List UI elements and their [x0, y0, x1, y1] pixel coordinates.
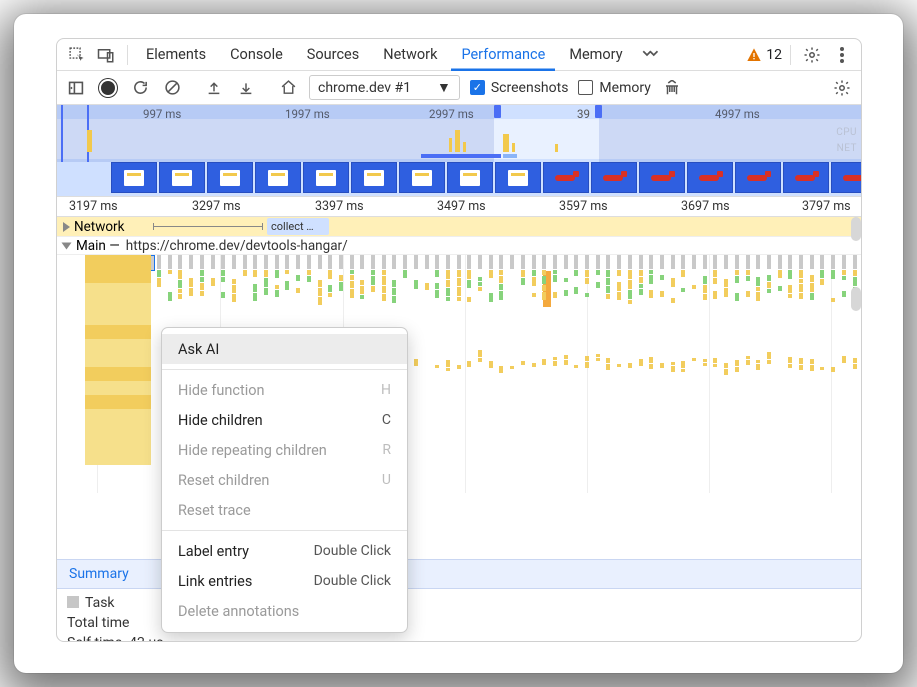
- main-track-prefix: Main —: [76, 238, 120, 254]
- recording-selector[interactable]: chrome.dev #1 ▼: [309, 75, 460, 100]
- filmstrip-frame[interactable]: [399, 162, 445, 193]
- more-tabs-icon[interactable]: [637, 42, 663, 68]
- menu-ask-ai[interactable]: Ask AI: [162, 334, 407, 364]
- task-color-swatch: [67, 596, 79, 608]
- scrollbar-thumb[interactable]: [851, 217, 861, 241]
- record-button[interactable]: [97, 77, 119, 99]
- timeline-overview[interactable]: 997 ms 1997 ms 2997 ms 39 4997 ms CPU NE…: [57, 105, 861, 197]
- filmstrip-frame[interactable]: [303, 162, 349, 193]
- tab-performance[interactable]: Performance: [451, 39, 555, 71]
- recording-name: chrome.dev #1: [318, 80, 411, 96]
- issues-count: 12: [766, 47, 782, 63]
- device-toggle-icon[interactable]: [93, 42, 119, 68]
- task-name: Task: [85, 595, 115, 611]
- tab-console[interactable]: Console: [220, 39, 293, 71]
- menu-label-entry[interactable]: Label entryDouble Click: [162, 536, 407, 566]
- garbage-collect-icon[interactable]: [661, 77, 683, 99]
- download-icon[interactable]: [235, 77, 257, 99]
- memory-label: Memory: [599, 80, 650, 96]
- menu-delete-annotations: Delete annotations: [162, 596, 407, 626]
- ruler-tick: 3497 ms: [437, 199, 486, 214]
- menu-link-entries[interactable]: Link entriesDouble Click: [162, 566, 407, 596]
- overview-handle-left[interactable]: [494, 105, 501, 118]
- filmstrip-frame[interactable]: [831, 162, 862, 193]
- network-track-header[interactable]: Network collect …: [57, 217, 861, 237]
- scrollbar-thumb[interactable]: [851, 287, 861, 311]
- screenshots-label: Screenshots: [491, 80, 569, 96]
- dropdown-caret-icon: ▼: [437, 79, 451, 96]
- filmstrip-frame[interactable]: [495, 162, 541, 193]
- filmstrip-frame[interactable]: [111, 162, 157, 193]
- settings-gear-icon[interactable]: [799, 42, 825, 68]
- main-track-url: https://chrome.dev/devtools-hangar/: [126, 238, 348, 254]
- filmstrip-frame[interactable]: [255, 162, 301, 193]
- network-track-label: Network: [74, 219, 124, 235]
- filmstrip-frame[interactable]: [447, 162, 493, 193]
- tab-sources[interactable]: Sources: [297, 39, 369, 71]
- filmstrip-frame[interactable]: [687, 162, 733, 193]
- time-ruler[interactable]: 3197 ms 3297 ms 3397 ms 3497 ms 3597 ms …: [57, 197, 861, 217]
- context-menu: Ask AI Hide functionH Hide childrenC Hid…: [161, 327, 408, 633]
- filmstrip-frame[interactable]: [351, 162, 397, 193]
- perf-settings-gear-icon[interactable]: [831, 77, 853, 99]
- reload-icon[interactable]: [129, 77, 151, 99]
- filmstrip[interactable]: [57, 162, 862, 196]
- ruler-tick: 3297 ms: [192, 199, 241, 214]
- overview-handle-right[interactable]: [595, 105, 602, 118]
- clear-icon[interactable]: [161, 77, 183, 99]
- filmstrip-frame[interactable]: [735, 162, 781, 193]
- toggle-drawer-icon[interactable]: [65, 77, 87, 99]
- self-time-value: 42 μs: [129, 635, 163, 642]
- tab-elements[interactable]: Elements: [136, 39, 216, 71]
- summary-tab[interactable]: Summary: [57, 566, 141, 582]
- network-request-pill[interactable]: collect …: [267, 218, 329, 235]
- filmstrip-frame[interactable]: [591, 162, 637, 193]
- kebab-menu-icon[interactable]: [829, 42, 855, 68]
- filmstrip-frame[interactable]: [783, 162, 829, 193]
- memory-checkbox[interactable]: Memory: [578, 80, 650, 96]
- tab-memory[interactable]: Memory: [559, 39, 632, 71]
- ruler-tick: 3697 ms: [681, 199, 730, 214]
- home-icon[interactable]: [277, 77, 299, 99]
- inspect-element-icon[interactable]: [63, 42, 89, 68]
- ruler-tick: 3397 ms: [315, 199, 364, 214]
- total-time-label: Total time: [67, 615, 129, 631]
- filmstrip-frame[interactable]: [207, 162, 253, 193]
- menu-reset-trace: Reset trace: [162, 495, 407, 525]
- screenshots-checkbox[interactable]: ✓Screenshots: [470, 80, 569, 96]
- filmstrip-frame[interactable]: [639, 162, 685, 193]
- disclosure-triangle-icon: [63, 222, 70, 232]
- tab-network[interactable]: Network: [373, 39, 447, 71]
- menu-hide-children[interactable]: Hide childrenC: [162, 405, 407, 435]
- self-time-label: Self time: [67, 635, 122, 642]
- filmstrip-frame[interactable]: [159, 162, 205, 193]
- filmstrip-frame[interactable]: [543, 162, 589, 193]
- ruler-tick: 3597 ms: [559, 199, 608, 214]
- ruler-tick: 3197 ms: [69, 199, 118, 214]
- issues-badge[interactable]: 12: [746, 47, 782, 63]
- disclosure-triangle-icon: [62, 242, 72, 249]
- upload-icon[interactable]: [203, 77, 225, 99]
- ruler-tick: 3797 ms: [802, 199, 851, 214]
- menu-reset-children: Reset childrenU: [162, 465, 407, 495]
- menu-hide-function: Hide functionH: [162, 375, 407, 405]
- main-track-header[interactable]: Main — https://chrome.dev/devtools-hanga…: [57, 237, 861, 255]
- menu-hide-repeating-children: Hide repeating childrenR: [162, 435, 407, 465]
